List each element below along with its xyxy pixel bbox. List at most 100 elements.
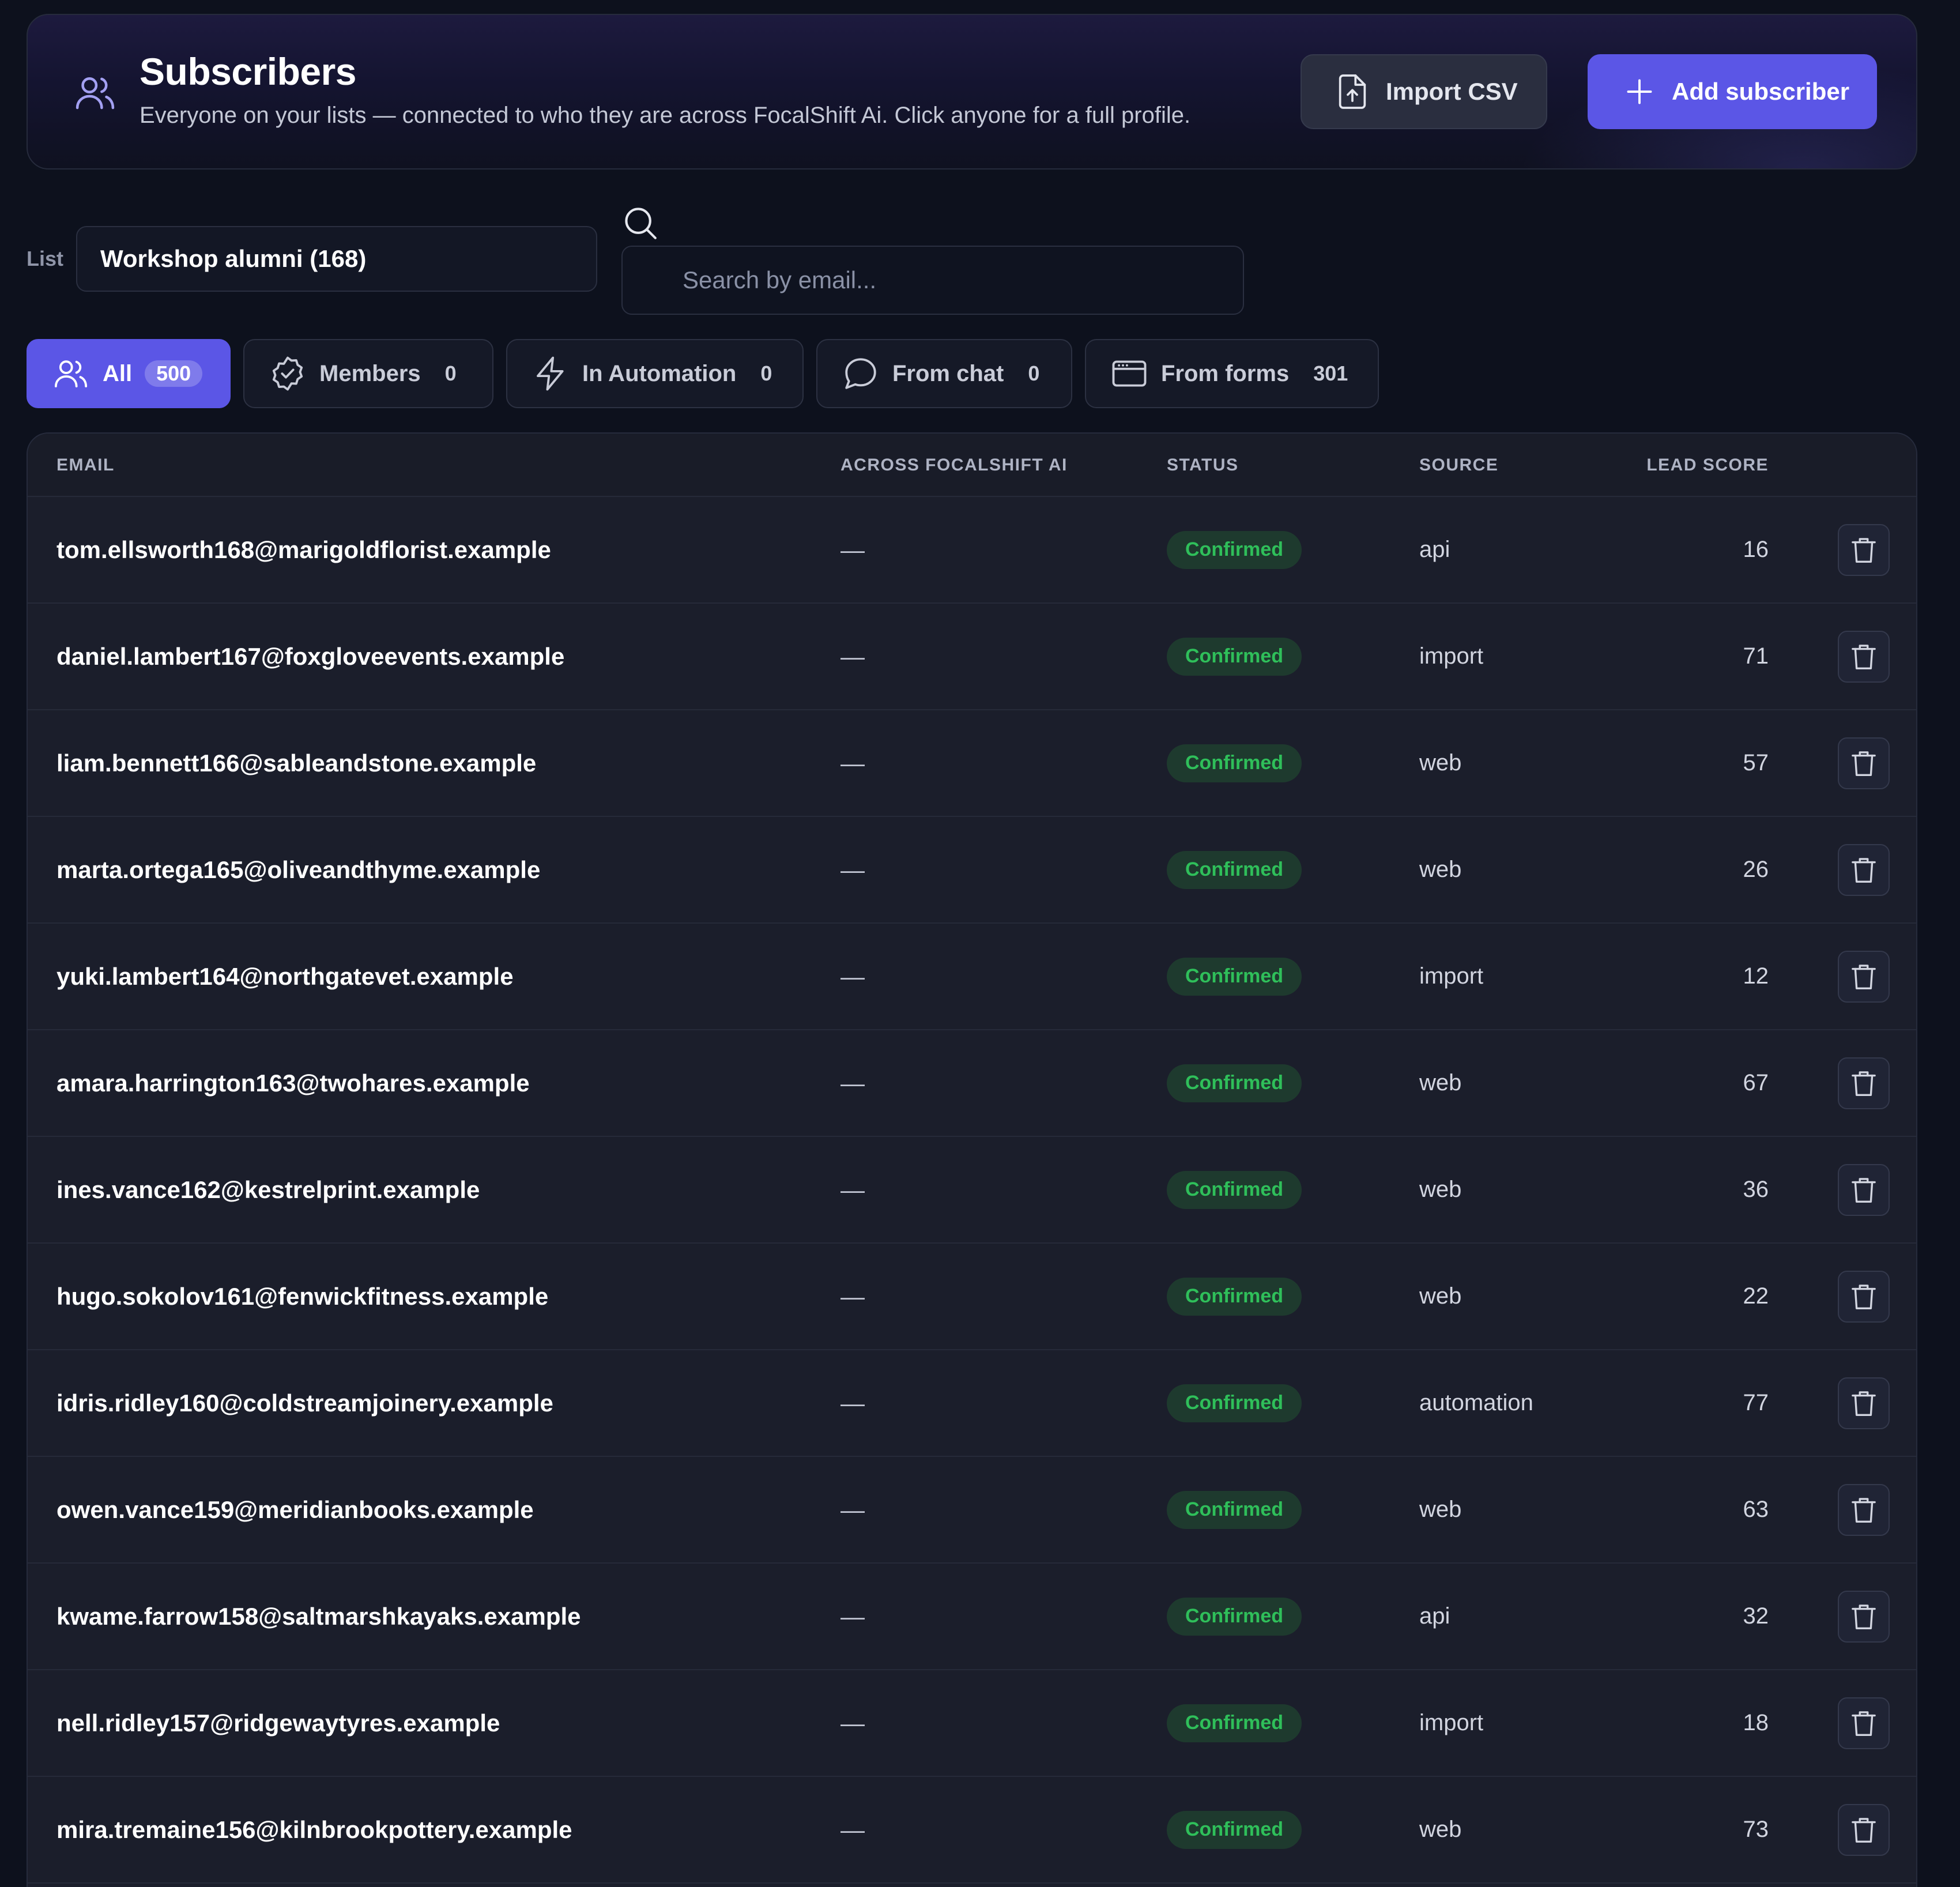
subscriber-email[interactable]: mira.tremaine156@kilnbrookpottery.exampl…: [56, 1777, 572, 1882]
trash-icon: [1852, 1071, 1876, 1096]
lead-score-value: 26: [1743, 857, 1769, 882]
across-value: —: [840, 642, 865, 670]
delete-button[interactable]: [1838, 1483, 1890, 1536]
delete-button[interactable]: [1838, 523, 1890, 576]
trash-icon: [1852, 644, 1876, 669]
tab-from-forms-count: 301: [1313, 361, 1348, 385]
delete-button[interactable]: [1838, 737, 1890, 789]
delete-button[interactable]: [1838, 1697, 1890, 1749]
delete-button[interactable]: [1838, 1803, 1890, 1856]
delete-button[interactable]: [1838, 630, 1890, 683]
table-row[interactable]: nell.ridley157@ridgewaytyres.example — C…: [28, 1670, 1916, 1777]
source-value: import: [1419, 1710, 1484, 1735]
trash-icon: [1852, 1177, 1876, 1203]
across-value: —: [840, 1496, 865, 1523]
table-row[interactable]: marta.ortega165@oliveandthyme.example — …: [28, 817, 1916, 924]
badge-check-icon: [272, 356, 303, 391]
page-subtitle: Everyone on your lists — connected to wh…: [140, 103, 1191, 128]
delete-button[interactable]: [1838, 950, 1890, 1003]
subscriber-email[interactable]: nell.ridley157@ridgewaytyres.example: [56, 1670, 500, 1776]
status-badge: Confirmed: [1167, 957, 1302, 996]
tab-from-chat[interactable]: From chat 0: [816, 339, 1072, 408]
lead-score-value: 12: [1743, 963, 1769, 989]
across-value: —: [840, 1176, 865, 1203]
table-row[interactable]: idris.ridley160@coldstreamjoinery.exampl…: [28, 1350, 1916, 1457]
delete-button[interactable]: [1838, 843, 1890, 896]
delete-button[interactable]: [1838, 1590, 1890, 1643]
status-cell: Confirmed: [1167, 1457, 1302, 1562]
column-source[interactable]: SOURCE: [1419, 455, 1498, 475]
subscriber-email[interactable]: amara.harrington163@twohares.example: [56, 1030, 530, 1136]
delete-button[interactable]: [1838, 1377, 1890, 1429]
subscribers-page: Subscribers Everyone on your lists — con…: [0, 0, 1960, 1887]
trash-icon: [1852, 857, 1876, 883]
tab-from-forms[interactable]: From forms 301: [1085, 339, 1379, 408]
tab-in-automation[interactable]: In Automation 0: [506, 339, 804, 408]
search-icon: [625, 208, 657, 239]
delete-button[interactable]: [1838, 1163, 1890, 1216]
table-row[interactable]: owen.vance159@meridianbooks.example — Co…: [28, 1457, 1916, 1564]
status-cell: Confirmed: [1167, 1777, 1302, 1882]
column-across[interactable]: ACROSS FOCALSHIFT AI: [840, 455, 1068, 475]
table-row[interactable]: kwame.farrow158@saltmarshkayaks.example …: [28, 1564, 1916, 1670]
subscriber-email[interactable]: tom.ellsworth168@marigoldflorist.example: [56, 497, 551, 602]
trash-icon: [1852, 751, 1876, 776]
table-row[interactable]: ines.vance162@kestrelprint.example — Con…: [28, 1137, 1916, 1244]
source-value: api: [1419, 537, 1450, 562]
tab-in-automation-label: In Automation: [582, 360, 737, 386]
tab-from-chat-count: 0: [1028, 361, 1040, 385]
across-value: —: [840, 536, 865, 563]
column-lead-score[interactable]: LEAD SCORE: [1646, 455, 1769, 475]
column-email[interactable]: EMAIL: [56, 455, 115, 475]
trash-icon: [1852, 1497, 1876, 1523]
table-row[interactable]: liam.bennett166@sableandstone.example — …: [28, 710, 1916, 817]
trash-icon: [1852, 537, 1876, 563]
lead-score-value: 71: [1743, 643, 1769, 669]
subscriber-email[interactable]: yuki.lambert164@northgatevet.example: [56, 924, 514, 1029]
delete-cell: [1838, 1457, 1890, 1562]
import-csv-button[interactable]: Import CSV: [1301, 54, 1547, 129]
source-value: web: [1419, 1177, 1462, 1202]
search-input[interactable]: [621, 246, 1244, 315]
table-row[interactable]: yuki.lambert164@northgatevet.example — C…: [28, 924, 1916, 1030]
subscriber-email[interactable]: owen.vance159@meridianbooks.example: [56, 1457, 534, 1562]
list-select-value: Workshop alumni (168): [100, 245, 367, 272]
source-value: web: [1419, 857, 1462, 882]
status-badge: Confirmed: [1167, 1810, 1302, 1849]
table-row[interactable]: amara.harrington163@twohares.example — C…: [28, 1030, 1916, 1137]
across-value: —: [840, 749, 865, 777]
subscriber-email[interactable]: marta.ortega165@oliveandthyme.example: [56, 817, 540, 922]
lead-score-value: 57: [1743, 750, 1769, 775]
status-badge: Confirmed: [1167, 1704, 1302, 1742]
table-row[interactable]: hugo.sokolov161@fenwickfitness.example —…: [28, 1244, 1916, 1350]
lead-score-value: 77: [1743, 1390, 1769, 1415]
source-value: web: [1419, 1497, 1462, 1522]
table-row[interactable]: mira.tremaine156@kilnbrookpottery.exampl…: [28, 1777, 1916, 1884]
status-badge: Confirmed: [1167, 1064, 1302, 1102]
column-status[interactable]: STATUS: [1167, 455, 1239, 475]
subscriber-email[interactable]: ines.vance162@kestrelprint.example: [56, 1137, 480, 1242]
status-badge: Confirmed: [1167, 1170, 1302, 1209]
delete-cell: [1838, 1670, 1890, 1776]
subscriber-email[interactable]: kwame.farrow158@saltmarshkayaks.example: [56, 1564, 581, 1669]
status-cell: Confirmed: [1167, 924, 1302, 1029]
delete-cell: [1838, 710, 1890, 816]
table-header: EMAIL ACROSS FOCALSHIFT AI STATUS SOURCE…: [28, 434, 1916, 497]
add-subscriber-button[interactable]: Add subscriber: [1588, 54, 1877, 129]
status-badge: Confirmed: [1167, 1597, 1302, 1636]
tab-all[interactable]: All 500: [27, 339, 231, 408]
subscriber-email[interactable]: daniel.lambert167@foxgloveevents.example: [56, 604, 564, 709]
table-row[interactable]: daniel.lambert167@foxgloveevents.example…: [28, 604, 1916, 710]
subscriber-email[interactable]: liam.bennett166@sableandstone.example: [56, 710, 536, 816]
table-row[interactable]: tom.ellsworth168@marigoldflorist.example…: [28, 497, 1916, 604]
table-body: tom.ellsworth168@marigoldflorist.example…: [28, 497, 1916, 1884]
across-value: —: [840, 962, 865, 990]
subscriber-email[interactable]: hugo.sokolov161@fenwickfitness.example: [56, 1244, 548, 1349]
delete-button[interactable]: [1838, 1057, 1890, 1109]
list-select[interactable]: Workshop alumni (168): [76, 226, 597, 292]
trash-icon: [1852, 964, 1876, 989]
subscriber-email[interactable]: idris.ridley160@coldstreamjoinery.exampl…: [56, 1350, 553, 1456]
delete-button[interactable]: [1838, 1270, 1890, 1323]
status-cell: Confirmed: [1167, 1137, 1302, 1242]
tab-members[interactable]: Members 0: [243, 339, 493, 408]
